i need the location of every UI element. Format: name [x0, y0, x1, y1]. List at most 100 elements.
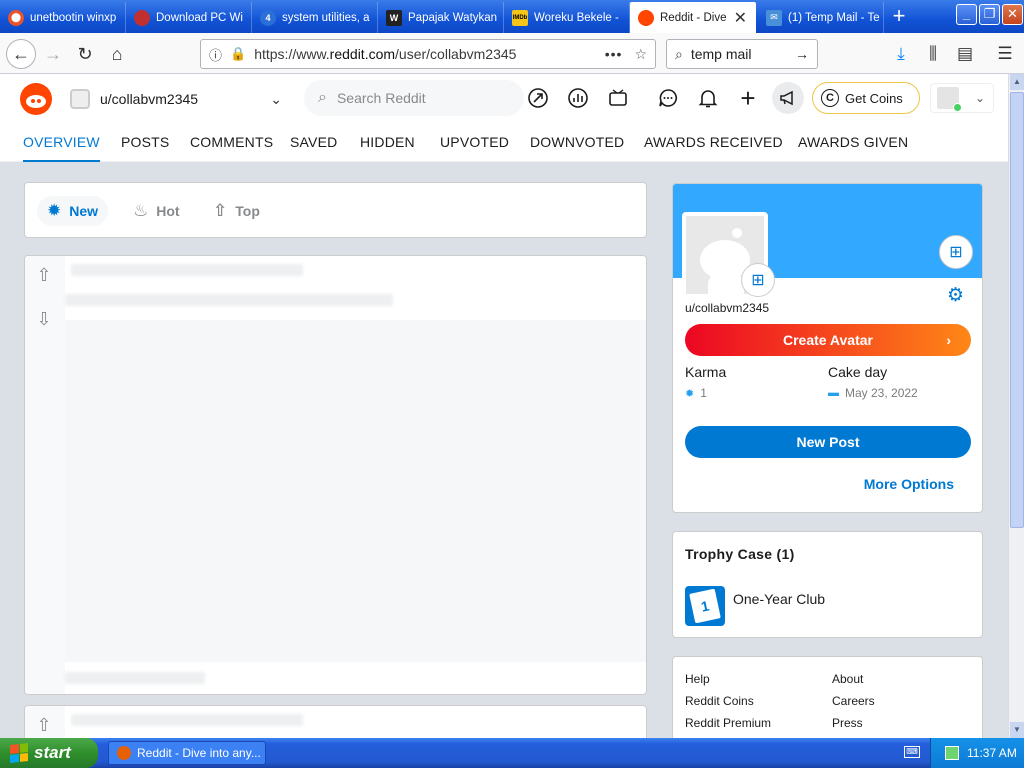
- tab-posts[interactable]: POSTS: [121, 122, 169, 162]
- reload-button[interactable]: ↻: [70, 39, 100, 69]
- menu-icon[interactable]: ☰: [994, 43, 1016, 65]
- gear-icon[interactable]: ⚙: [947, 284, 964, 307]
- profile-tabs: OVERVIEW POSTS COMMENTS SAVED HIDDEN UPV…: [0, 122, 1008, 162]
- placeholder-bar: [65, 294, 393, 306]
- browser-tab[interactable]: 4 system utilities, a: [252, 2, 378, 33]
- go-arrow-icon[interactable]: →: [795, 46, 809, 62]
- taskbar-window-button[interactable]: Reddit - Dive into any...: [108, 741, 266, 765]
- browser-tab[interactable]: ✉ (1) Temp Mail - Te: [758, 2, 884, 33]
- user-account-menu[interactable]: ⌄: [930, 83, 994, 113]
- bookmark-star-icon[interactable]: ☆: [634, 46, 647, 63]
- reddit-logo-icon[interactable]: [20, 83, 52, 115]
- create-avatar-button[interactable]: Create Avatar ›: [685, 324, 971, 356]
- create-post-plus-icon[interactable]: +: [736, 83, 760, 113]
- tab-overview[interactable]: OVERVIEW: [23, 122, 100, 162]
- post-card-loading[interactable]: ⇧ ⇩: [24, 255, 647, 695]
- user-avatar-small: [70, 89, 90, 109]
- press-link[interactable]: Press: [832, 716, 863, 730]
- sparkle-icon: ✹: [47, 201, 62, 220]
- tab-hidden[interactable]: HIDDEN: [360, 122, 415, 162]
- sidebar-icon[interactable]: ▤: [954, 43, 976, 65]
- library-icon[interactable]: ⫼: [922, 43, 944, 65]
- coin-icon: C: [821, 89, 839, 107]
- popular-icon[interactable]: [526, 86, 550, 110]
- community-dropdown[interactable]: u/collabvm2345 ⌄: [70, 84, 282, 114]
- tab-awards-given[interactable]: AWARDS GIVEN: [798, 122, 908, 162]
- get-coins-button[interactable]: C Get Coins: [812, 82, 920, 114]
- profile-username: u/collabvm2345: [685, 301, 770, 315]
- search-icon: ⌕: [675, 45, 683, 62]
- minimize-button[interactable]: _: [956, 4, 977, 25]
- footer-links: Help Reddit Coins Reddit Premium About C…: [672, 656, 983, 746]
- tab-title: (1) Temp Mail - Te: [788, 11, 880, 24]
- karma-stat: Karma ✹ 1: [685, 364, 726, 400]
- tab-awards-received[interactable]: AWARDS RECEIVED: [644, 122, 783, 162]
- start-button[interactable]: start: [0, 738, 98, 768]
- page-actions-icon[interactable]: •••: [605, 46, 623, 62]
- cake-day-label: Cake day: [828, 364, 888, 380]
- reddit-search-input[interactable]: ⌕ Search Reddit: [304, 80, 524, 116]
- tab-title: Papajak Watykan: [408, 11, 498, 24]
- forward-button[interactable]: →: [38, 39, 68, 69]
- placeholder-bar: [71, 714, 303, 726]
- sort-new-button[interactable]: ✹ New: [37, 196, 109, 226]
- taskbar-window-label: Reddit - Dive into any...: [137, 746, 261, 760]
- tab-title: Download PC Wi: [156, 11, 243, 24]
- page-scrollbar[interactable]: ▲ ▼: [1008, 74, 1024, 738]
- new-post-button[interactable]: New Post: [685, 426, 971, 458]
- chat-icon[interactable]: [656, 86, 680, 110]
- browser-tab[interactable]: W Papajak Watykan: [378, 2, 504, 33]
- notifications-bell-icon[interactable]: [696, 86, 720, 110]
- info-icon[interactable]: ⓘ: [209, 45, 222, 64]
- browser-tab[interactable]: ⬤ unetbootin winxp: [0, 2, 126, 33]
- sort-bar: ✹ New ♨ Hot ⇧ Top: [24, 182, 647, 238]
- chevron-right-icon: ›: [946, 332, 951, 348]
- reddit-premium-link[interactable]: Reddit Premium: [685, 716, 771, 730]
- keyboard-icon[interactable]: ⌨: [904, 746, 920, 758]
- browser-tab[interactable]: IMDb Woreku Bekele -: [504, 2, 630, 33]
- tab-comments[interactable]: COMMENTS: [190, 122, 273, 162]
- more-options-button[interactable]: More Options: [864, 476, 954, 492]
- close-window-button[interactable]: ✕: [1002, 4, 1023, 25]
- flame-icon: ♨: [133, 201, 149, 220]
- downloads-icon[interactable]: ⤓: [890, 43, 912, 65]
- maximize-button[interactable]: ❐: [979, 4, 1000, 25]
- tab-title: system utilities, a: [282, 11, 370, 24]
- sort-hot-button[interactable]: ♨ Hot: [123, 196, 190, 226]
- video-icon[interactable]: [606, 86, 630, 110]
- about-link[interactable]: About: [832, 672, 863, 686]
- lock-icon[interactable]: 🔒: [230, 46, 246, 62]
- network-icon[interactable]: [945, 746, 959, 760]
- browser-tab-active[interactable]: Reddit - Dive ✕: [630, 2, 756, 33]
- tab-downvoted[interactable]: DOWNVOTED: [530, 122, 624, 162]
- sort-top-button[interactable]: ⇧ Top: [203, 196, 270, 226]
- tab-saved[interactable]: SAVED: [290, 122, 337, 162]
- trophy-case-title: Trophy Case (1): [685, 546, 795, 562]
- reddit-coins-link[interactable]: Reddit Coins: [685, 694, 754, 708]
- tab-upvoted[interactable]: UPVOTED: [440, 122, 509, 162]
- back-button[interactable]: ←: [6, 39, 36, 69]
- all-icon[interactable]: [566, 86, 590, 110]
- address-bar[interactable]: ⓘ 🔒 https://www.reddit.com/user/collabvm…: [200, 39, 656, 69]
- close-tab-icon[interactable]: ✕: [734, 8, 747, 28]
- advertise-megaphone-icon[interactable]: [772, 82, 804, 114]
- help-link[interactable]: Help: [685, 672, 710, 686]
- upvote-arrow-icon[interactable]: ⇧: [33, 264, 55, 286]
- scroll-up-arrow-icon[interactable]: ▲: [1010, 74, 1024, 90]
- add-avatar-image-icon[interactable]: ⊞: [741, 263, 775, 297]
- trophy-name: One-Year Club: [733, 591, 826, 607]
- new-tab-button[interactable]: +: [886, 4, 912, 30]
- careers-link[interactable]: Careers: [832, 694, 875, 708]
- add-banner-image-icon[interactable]: ⊞: [939, 235, 973, 269]
- browser-tab[interactable]: Download PC Wi: [126, 2, 252, 33]
- mail-favicon-icon: ✉: [766, 9, 782, 26]
- one-year-club-trophy-icon: 1: [685, 586, 725, 626]
- search-query: temp mail: [690, 46, 752, 62]
- home-button[interactable]: ⌂: [102, 39, 132, 69]
- downvote-arrow-icon[interactable]: ⇩: [33, 308, 55, 330]
- scrollbar-thumb[interactable]: [1010, 92, 1024, 528]
- scroll-down-arrow-icon[interactable]: ▼: [1010, 722, 1024, 738]
- browser-search-field[interactable]: ⌕ temp mail →: [666, 39, 818, 69]
- upvote-arrow-icon[interactable]: ⇧: [33, 714, 55, 736]
- cake-day-stat: Cake day ▬ May 23, 2022: [828, 364, 918, 400]
